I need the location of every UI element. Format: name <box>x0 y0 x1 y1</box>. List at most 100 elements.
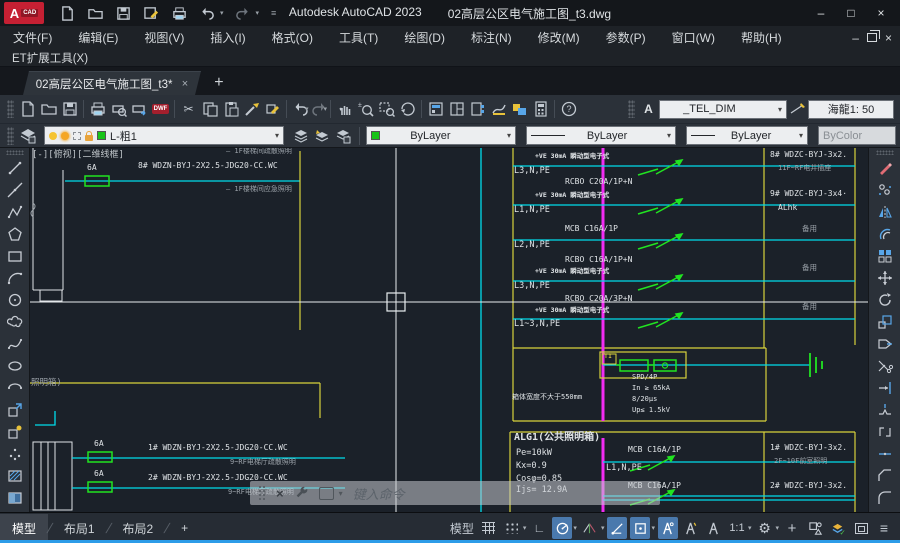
zoom-realtime-icon[interactable]: ± <box>355 98 376 120</box>
point-icon[interactable] <box>4 443 26 465</box>
plot-icon[interactable] <box>87 98 108 120</box>
circle-icon[interactable] <box>4 289 26 311</box>
layout2-tab[interactable]: 布局2 <box>110 514 165 542</box>
minimize-button[interactable]: – <box>808 3 834 23</box>
autocad-logo-icon[interactable]: A CAD <box>4 2 44 24</box>
osnap-caret-icon[interactable]: ▾ <box>651 524 655 532</box>
array-icon[interactable] <box>874 245 896 267</box>
color-combo[interactable]: ByLayer ▾ <box>366 126 516 145</box>
qat-redo-caret-icon[interactable]: ▾ <box>256 9 260 17</box>
recent-commands-icon[interactable] <box>319 487 334 500</box>
rotate-icon[interactable] <box>874 289 896 311</box>
command-input[interactable]: 键入命令 <box>353 484 405 503</box>
zoom-window-icon[interactable] <box>376 98 397 120</box>
hatch-icon[interactable] <box>4 465 26 487</box>
qat-new-icon[interactable] <box>58 4 76 22</box>
menu-parametric[interactable]: 参数(P) <box>593 27 659 48</box>
fillet-icon[interactable] <box>874 487 896 509</box>
paste-icon[interactable] <box>220 98 241 120</box>
toolbar-grip[interactable] <box>876 150 894 155</box>
model-tab[interactable]: 模型 <box>0 514 48 542</box>
erase-icon[interactable] <box>874 157 896 179</box>
mirror-icon[interactable] <box>874 201 896 223</box>
redo-caret-icon[interactable]: ▾ <box>324 105 328 113</box>
new-layout-button[interactable]: + <box>169 514 200 542</box>
menu-draw[interactable]: 绘图(D) <box>391 27 458 48</box>
qat-save-icon[interactable] <box>114 4 132 22</box>
linetype-combo[interactable]: ByLayer ▾ <box>526 126 676 145</box>
menu-format[interactable]: 格式(O) <box>259 27 326 48</box>
toolbar-grip[interactable] <box>628 100 635 118</box>
snap-mode-toggle[interactable] <box>502 517 522 539</box>
revision-cloud-icon[interactable] <box>4 311 26 333</box>
markup-icon[interactable] <box>488 98 509 120</box>
ellipse-icon[interactable] <box>4 355 26 377</box>
workspace-caret-icon[interactable]: ▾ <box>775 524 779 532</box>
zoom-previous-icon[interactable] <box>397 98 418 120</box>
move-icon[interactable] <box>874 267 896 289</box>
snap-caret-icon[interactable]: ▾ <box>523 524 527 532</box>
layer-on-icon[interactable] <box>49 132 57 140</box>
block-editor-icon[interactable] <box>262 98 283 120</box>
toolbar-grip[interactable] <box>7 100 14 118</box>
open-icon[interactable] <box>38 98 59 120</box>
file-tab-active[interactable]: 02高层公区电气施工图_t3* × <box>23 71 201 95</box>
ortho-toggle[interactable]: ∟ <box>529 517 549 539</box>
dwf-export-icon[interactable]: DWF <box>150 98 171 120</box>
polar-tracking-toggle[interactable] <box>552 517 572 539</box>
scale-icon[interactable] <box>874 311 896 333</box>
extend-icon[interactable] <box>874 377 896 399</box>
toolbar-grip[interactable] <box>6 150 24 155</box>
chamfer-icon[interactable] <box>874 465 896 487</box>
cut-icon[interactable]: ✂ <box>178 98 199 120</box>
qat-saveas-icon[interactable] <box>142 4 160 22</box>
pan-icon[interactable] <box>334 98 355 120</box>
xline-icon[interactable] <box>4 179 26 201</box>
previous-layer-icon[interactable] <box>332 125 353 147</box>
menu-view[interactable]: 视图(V) <box>131 27 197 48</box>
new-icon[interactable] <box>17 98 38 120</box>
stretch-icon[interactable] <box>874 333 896 355</box>
toolbar-grip[interactable] <box>7 127 14 145</box>
menu-file[interactable]: 文件(F) <box>0 27 65 48</box>
copy-object-icon[interactable] <box>874 179 896 201</box>
menu-et-tools[interactable]: ET扩展工具(X) <box>0 50 100 66</box>
command-bar-close-icon[interactable]: × <box>276 486 284 501</box>
isodraft-toggle[interactable] <box>580 517 600 539</box>
layer-states-icon[interactable] <box>290 125 311 147</box>
annotation-visibility-toggle[interactable] <box>658 517 678 539</box>
gradient-icon[interactable] <box>4 487 26 509</box>
save-icon[interactable] <box>59 98 80 120</box>
named-views-icon[interactable] <box>425 98 446 120</box>
menu-insert[interactable]: 插入(I) <box>197 27 258 48</box>
make-current-layer-icon[interactable] <box>311 125 332 147</box>
join-icon[interactable] <box>874 443 896 465</box>
maximize-button[interactable]: □ <box>838 3 864 23</box>
offset-icon[interactable] <box>874 223 896 245</box>
trim-icon[interactable] <box>874 355 896 377</box>
close-button[interactable]: × <box>868 3 894 23</box>
qat-redo-icon[interactable] <box>234 4 252 22</box>
command-line-bar[interactable]: × ▾ 键入命令 <box>250 481 660 505</box>
publish-icon[interactable] <box>129 98 150 120</box>
customization-icon[interactable]: ≡ <box>874 517 894 539</box>
layer-lock-icon[interactable] <box>85 135 93 141</box>
layer-translator-icon[interactable] <box>509 98 530 120</box>
rectangle-icon[interactable] <box>4 245 26 267</box>
menu-dimension[interactable]: 标注(N) <box>458 27 525 48</box>
text-style-combo[interactable]: _TEL_DIM ▾ <box>659 100 787 119</box>
doc-close-button[interactable]: × <box>885 31 892 45</box>
viewport-controls[interactable]: [-][俯视][二维线框] <box>32 151 124 161</box>
polygon-icon[interactable] <box>4 223 26 245</box>
object-snap-tracking-toggle[interactable] <box>607 517 627 539</box>
file-tab-close-icon[interactable]: × <box>182 78 188 90</box>
viewports-icon[interactable] <box>446 98 467 120</box>
polyline-icon[interactable] <box>4 201 26 223</box>
layer-viewport-icon[interactable] <box>73 132 81 140</box>
scale-caret-icon[interactable]: ▾ <box>748 524 752 532</box>
line-icon[interactable] <box>4 157 26 179</box>
qat-customize-icon[interactable]: ≡ <box>271 8 276 18</box>
qat-open-icon[interactable] <box>86 4 104 22</box>
quickcalc-icon[interactable] <box>530 98 551 120</box>
model-space-canvas[interactable]: [-][俯视][二维线框] 6A 8# WDZN-BYJ-2X2.5-JDG20… <box>30 148 868 512</box>
